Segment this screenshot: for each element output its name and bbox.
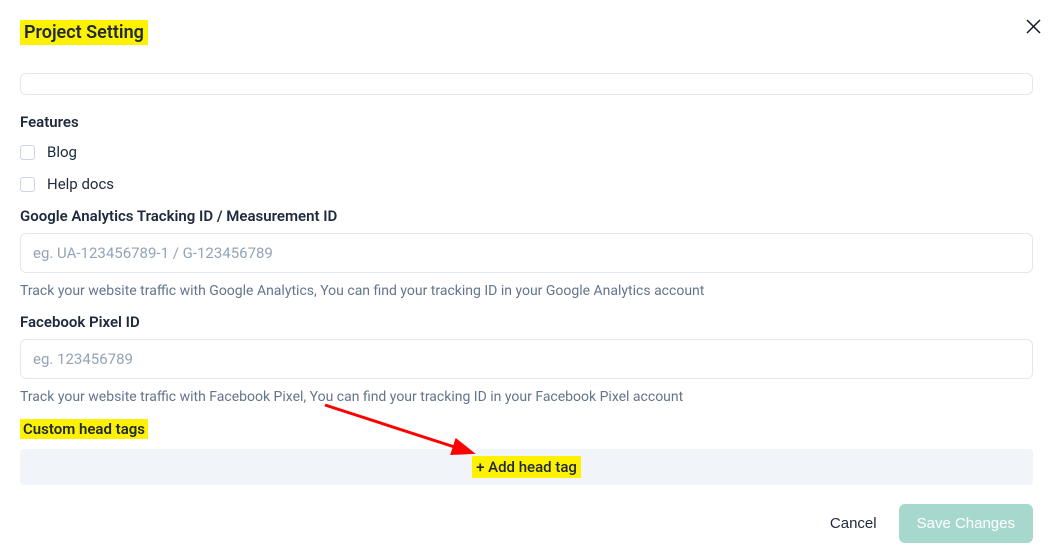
close-button[interactable]: [1026, 18, 1041, 39]
features-heading: Features: [20, 113, 1033, 131]
fb-label: Facebook Pixel ID: [20, 313, 1033, 331]
ga-tracking-id-input[interactable]: [20, 233, 1033, 273]
cancel-button[interactable]: Cancel: [830, 515, 877, 532]
page-title: Project Setting: [20, 20, 148, 45]
ga-help-text: Track your website traffic with Google A…: [20, 283, 1033, 299]
custom-head-tags-label: Custom head tags: [20, 419, 148, 439]
input-row-prev: [20, 73, 1033, 95]
fb-help-text: Track your website traffic with Facebook…: [20, 389, 1033, 405]
checkbox-blog[interactable]: [20, 145, 35, 160]
feature-helpdocs-row[interactable]: Help docs: [20, 175, 1033, 193]
feature-blog-row[interactable]: Blog: [20, 143, 1033, 161]
footer: Cancel Save Changes: [830, 504, 1033, 543]
checkbox-blog-label: Blog: [47, 143, 77, 161]
add-head-tag-button[interactable]: + Add head tag: [20, 449, 1033, 485]
checkbox-helpdocs[interactable]: [20, 177, 35, 192]
save-changes-button[interactable]: Save Changes: [899, 504, 1033, 543]
close-icon: [1026, 19, 1041, 34]
add-head-tag-label: + Add head tag: [472, 456, 581, 478]
fb-pixel-id-input[interactable]: [20, 339, 1033, 379]
ga-label: Google Analytics Tracking ID / Measureme…: [20, 207, 1033, 225]
checkbox-helpdocs-label: Help docs: [47, 175, 114, 193]
